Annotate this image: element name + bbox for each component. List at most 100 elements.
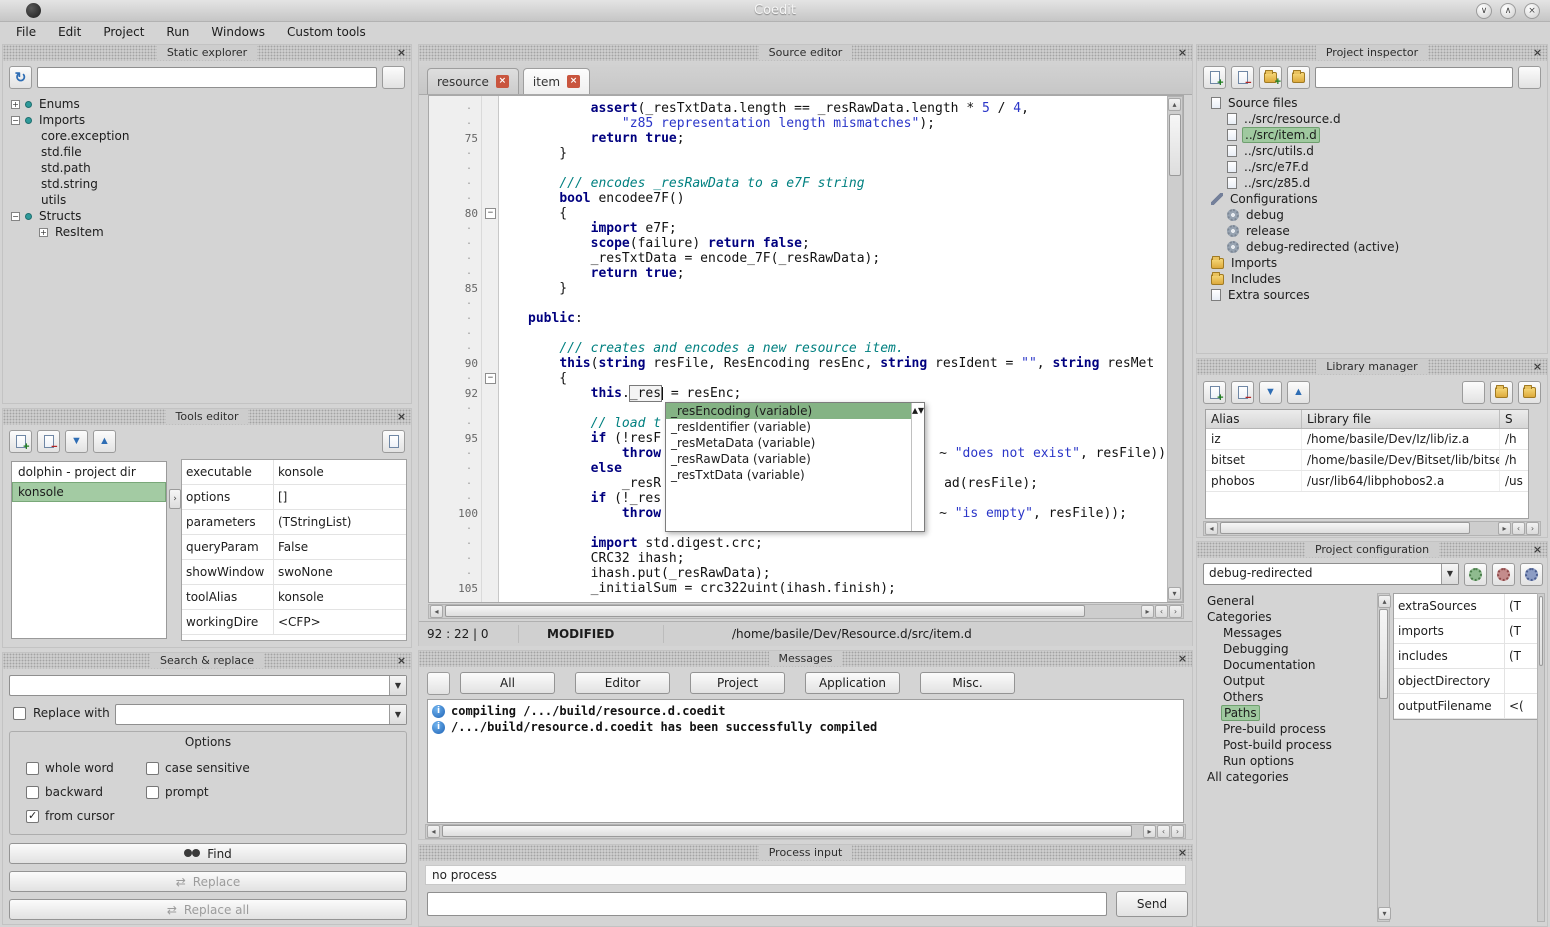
code-line[interactable]: } [499, 281, 1167, 296]
tree-item[interactable]: Imports [1197, 255, 1545, 271]
scroll-up-arrow[interactable]: ▴ [1378, 595, 1391, 608]
property-value[interactable]: (T [1505, 624, 1538, 638]
scroll-left-arrow[interactable]: ◂ [1205, 522, 1218, 535]
scroll-page-left[interactable]: ‹ [1157, 825, 1170, 838]
tree-item[interactable]: debug-redirected (active) [1197, 239, 1545, 255]
close-icon[interactable]: × [1531, 46, 1544, 59]
menu-item-project[interactable]: Project [93, 23, 154, 41]
scroll-down-arrow[interactable]: ▾ [1168, 587, 1181, 600]
move-down-button[interactable]: ▼ [1259, 381, 1282, 404]
scroll-left-arrow[interactable]: ◂ [427, 825, 440, 838]
splitter-collapse-button[interactable]: › [169, 489, 181, 509]
checkbox-whole-word[interactable] [26, 762, 39, 775]
open-folder-button[interactable] [1490, 381, 1513, 404]
messages-filter-application[interactable]: Application [805, 672, 900, 694]
editor-vertical-scrollbar[interactable]: ▴▾ [1167, 96, 1183, 602]
tree-item[interactable]: Includes [1197, 271, 1545, 287]
close-icon[interactable]: × [1531, 360, 1544, 373]
property-row[interactable]: includes(T [1394, 644, 1538, 669]
scroll-left-arrow[interactable]: ◂ [430, 605, 443, 618]
scroll-page-right[interactable]: › [1169, 605, 1182, 618]
refresh-button[interactable]: ↻ [9, 66, 32, 89]
code-line[interactable]: /// encodes _resRawData to a e7F string [499, 176, 1167, 191]
clone-config-button[interactable] [1520, 563, 1543, 586]
editor-tab-resource[interactable]: resource× [427, 68, 519, 94]
completion-scrollbar[interactable]: ▴▾ [911, 403, 924, 531]
tree-item[interactable]: Extra sources [1197, 287, 1545, 303]
code-line[interactable]: { [499, 371, 1167, 386]
filter-button[interactable] [382, 66, 405, 89]
property-value[interactable]: konsole [274, 590, 406, 604]
scroll-page-left[interactable]: ‹ [1512, 522, 1525, 535]
expander-icon[interactable]: + [11, 100, 20, 109]
close-button[interactable]: × [1524, 3, 1540, 19]
tree-item[interactable]: Messages [1197, 625, 1375, 641]
tree-item[interactable]: Paths [1197, 705, 1375, 721]
messages-filter-project[interactable]: Project [690, 672, 785, 694]
remove-library-button[interactable] [1231, 381, 1254, 404]
completion-item[interactable]: _resEncoding (variable) [666, 403, 911, 419]
close-icon[interactable]: × [1176, 46, 1189, 59]
tree-item[interactable]: Configurations [1197, 191, 1545, 207]
scroll-right-arrow[interactable]: ▸ [1498, 522, 1511, 535]
code-line[interactable] [499, 161, 1167, 176]
property-value[interactable]: [] [274, 490, 406, 504]
messages-filter-misc[interactable]: Misc. [920, 672, 1015, 694]
replace-with-combobox[interactable]: ▼ [115, 704, 407, 725]
tree-item[interactable]: Pre-build process [1197, 721, 1375, 737]
scroll-down-arrow[interactable]: ▾ [1378, 907, 1391, 920]
configuration-vertical-scrollbar[interactable] [1537, 593, 1545, 922]
process-input-field[interactable] [427, 892, 1107, 916]
completion-item[interactable]: _resIdentifier (variable) [666, 419, 911, 435]
code-line[interactable]: this(string resFile, ResEncoding resEnc,… [499, 356, 1167, 371]
completion-item[interactable]: _resTxtData (variable) [666, 467, 911, 483]
property-row[interactable]: workingDire<CFP> [182, 610, 406, 635]
close-icon[interactable]: × [395, 654, 408, 667]
messages-horizontal-scrollbar[interactable]: ◂‹›▸ [425, 824, 1186, 839]
checkbox-backward[interactable] [26, 786, 39, 799]
property-row[interactable]: parameters(TStringList) [182, 510, 406, 535]
scroll-thumb[interactable] [442, 825, 1132, 837]
library-row[interactable]: iz/home/basile/Dev/Iz/lib/iz.a/h [1206, 429, 1528, 450]
menu-item-windows[interactable]: Windows [201, 23, 275, 41]
tree-item[interactable]: Run options [1197, 753, 1375, 769]
checkbox-case-sensitive[interactable] [146, 762, 159, 775]
shade-button[interactable]: ∨ [1476, 3, 1492, 19]
code-line[interactable]: return true; [499, 266, 1167, 281]
property-value[interactable]: (T [1505, 649, 1538, 663]
property-value[interactable]: swoNone [274, 565, 406, 579]
project-inspector-search[interactable] [1315, 67, 1513, 88]
scroll-thumb[interactable] [1539, 596, 1543, 666]
replace-all-button[interactable]: ⇄ Replace all [9, 899, 407, 920]
tree-item[interactable]: −Imports [3, 112, 409, 128]
add-source-button[interactable] [1203, 66, 1226, 89]
code-line[interactable]: CRC32 ihash; [499, 551, 1167, 566]
scroll-page-right[interactable]: › [1171, 825, 1184, 838]
add-config-button[interactable] [1464, 563, 1487, 586]
send-button[interactable]: Send [1116, 891, 1188, 917]
menu-item-edit[interactable]: Edit [48, 23, 91, 41]
tree-item[interactable]: ../src/utils.d [1197, 143, 1545, 159]
add-tool-button[interactable] [9, 430, 32, 453]
code-line[interactable]: public: [499, 311, 1167, 326]
find-button[interactable]: Find [9, 843, 407, 864]
property-value[interactable]: (T [1505, 599, 1538, 613]
move-up-button[interactable]: ▲ [1287, 381, 1310, 404]
category-tree-scrollbar[interactable]: ▴▾ [1377, 593, 1390, 922]
tree-item[interactable]: ../src/e7F.d [1197, 159, 1545, 175]
message-line[interactable]: i/.../build/resource.d.coedit has been s… [432, 719, 1179, 735]
property-value[interactable]: <( [1505, 699, 1538, 713]
code-line[interactable]: /// creates and encodes a new resource i… [499, 341, 1167, 356]
fold-marker[interactable]: − [485, 373, 496, 384]
move-down-button[interactable]: ▼ [65, 430, 88, 453]
chevron-down-icon[interactable]: ▼ [389, 676, 406, 695]
tree-item[interactable]: Categories [1197, 609, 1375, 625]
scroll-down-arrow[interactable]: ▾ [918, 403, 924, 417]
move-up-button[interactable]: ▲ [93, 430, 116, 453]
tree-item[interactable]: release [1197, 223, 1545, 239]
editor-horizontal-scrollbar[interactable]: ◂‹›▸ [428, 604, 1184, 619]
fold-marker[interactable]: − [485, 208, 496, 219]
tab-close-icon[interactable]: × [567, 75, 580, 88]
scroll-thumb[interactable] [1379, 609, 1388, 699]
tree-item[interactable]: ../src/item.d [1197, 127, 1545, 143]
